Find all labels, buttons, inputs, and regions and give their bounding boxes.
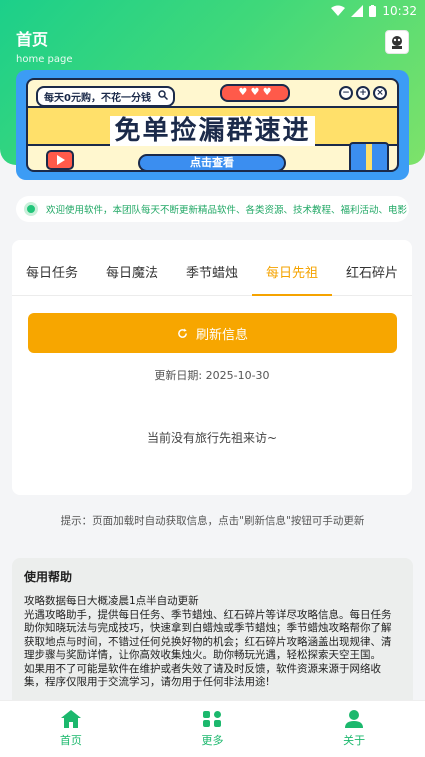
nav-item-more[interactable]: 更多: [162, 710, 262, 748]
tab-bar: 每日任务 每日魔法 季节蜡烛 每日先祖 红石碎片: [12, 240, 412, 296]
nav-item-home[interactable]: 首页: [21, 710, 121, 748]
tab-daily-tasks[interactable]: 每日任务: [12, 240, 92, 295]
banner-title-text: 免单捡漏群速进: [110, 116, 315, 146]
close-dot-icon: ×: [373, 86, 387, 100]
page-header: 首页 home page: [16, 26, 73, 65]
more-icon: [203, 711, 222, 727]
help-title: 使用帮助: [24, 570, 73, 584]
refresh-icon: [178, 327, 187, 338]
promo-banner[interactable]: 每天0元购，不花一分钱 ♥ ♥ ♥ − + × 免单捡漏群速进 点击查看: [16, 70, 409, 180]
app-logo-avatar[interactable]: [385, 30, 409, 54]
battery-icon: [369, 5, 377, 17]
notice-text: 欢迎使用软件，本团队每天不断更新精品软件、各类资源、技术教程、福利活动、电影: [46, 205, 408, 216]
status-bar: 10:32: [0, 0, 425, 22]
help-section: 使用帮助 攻略数据每日大概凌晨1点半自动更新 光遇攻略助手，提供每日任务、季节蜡…: [12, 558, 413, 708]
page-subtitle: home page: [16, 54, 73, 65]
notice-dot-icon: [24, 202, 38, 216]
nav-label-about: 关于: [343, 734, 366, 747]
page-title: 首页: [16, 30, 49, 49]
magnifier-icon: [158, 90, 168, 100]
hint-text: 提示：页面加载时自动获取信息，点击"刷新信息"按钮可手动更新: [60, 515, 365, 527]
wifi-icon: [331, 5, 346, 16]
minus-dot-icon: −: [339, 86, 353, 100]
help-line-disclaimer: 如果用不了可能是软件在维护或者失效了请及时反馈，软件资源来源于网络收集，程序仅限…: [24, 662, 381, 689]
signal-icon: [351, 5, 364, 17]
gift-icon: [349, 142, 389, 170]
tab-season-candles[interactable]: 季节蜡烛: [172, 240, 252, 295]
help-line-update-time: 攻略数据每日大概凌晨1点半自动更新: [24, 595, 199, 607]
bottom-nav: 首页 更多 关于: [0, 700, 425, 757]
nav-label-more: 更多: [201, 734, 224, 747]
help-line-description: 光遇攻略助手，提供每日任务、季节蜡烛、红石碎片等详尽攻略信息。每日任务助你知晓玩…: [24, 608, 392, 662]
tab-daily-magic[interactable]: 每日魔法: [92, 240, 172, 295]
banner-search-pill: 每天0元购，不花一分钱: [36, 86, 175, 107]
home-icon: [60, 710, 81, 728]
logo-icon: [392, 36, 402, 49]
empty-state-message: 当前没有旅行先祖来访~: [146, 431, 278, 445]
user-icon: [345, 710, 364, 728]
banner-view-button[interactable]: 点击查看: [138, 154, 286, 170]
tab-red-shards[interactable]: 红石碎片: [332, 240, 412, 295]
status-time: 10:32: [382, 4, 417, 18]
help-body: 攻略数据每日大概凌晨1点半自动更新 光遇攻略助手，提供每日任务、季节蜡烛、红石碎…: [24, 595, 401, 690]
refresh-button-label: 刷新信息: [195, 327, 248, 343]
banner-window-dots: − + ×: [339, 86, 387, 100]
main-card: 每日任务 每日魔法 季节蜡烛 每日先祖 红石碎片 刷新信息 更新日期: 2025…: [12, 240, 412, 495]
plus-dot-icon: +: [356, 86, 370, 100]
banner-inner: 每天0元购，不花一分钱 ♥ ♥ ♥ − + × 免单捡漏群速进 点击查看: [26, 78, 399, 172]
nav-label-home: 首页: [59, 734, 82, 747]
update-date: 更新日期: 2025-10-30: [154, 369, 270, 382]
tab-daily-spirit[interactable]: 每日先祖: [252, 240, 332, 296]
banner-hearts-bubble: ♥ ♥ ♥: [220, 84, 290, 102]
notice-marquee[interactable]: 欢迎使用软件，本团队每天不断更新精品软件、各类资源、技术教程、福利活动、电影: [16, 196, 409, 222]
play-icon: [46, 150, 74, 170]
banner-title: 免单捡漏群速进: [28, 110, 397, 147]
nav-item-about[interactable]: 关于: [304, 710, 404, 748]
banner-pill-text: 每天0元购，不花一分钱: [44, 93, 151, 104]
refresh-button[interactable]: 刷新信息: [28, 313, 397, 353]
